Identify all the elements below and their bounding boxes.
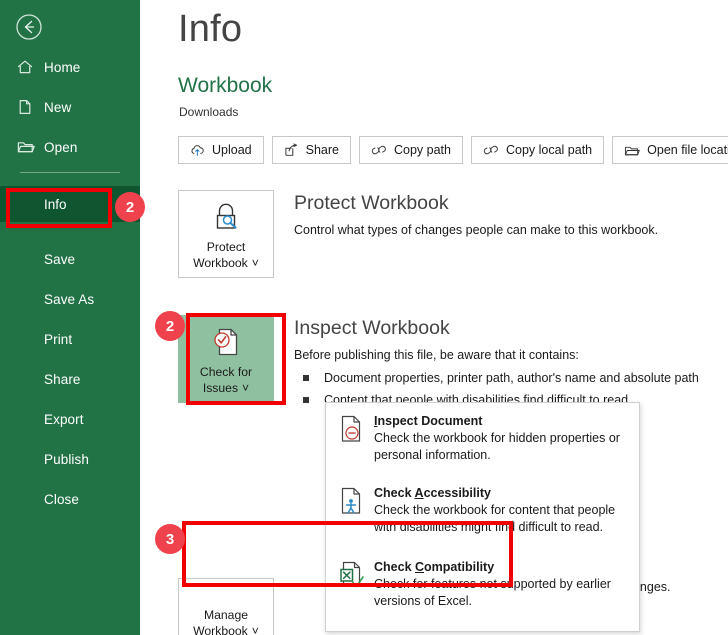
chevron-down-icon: ˅ (251, 256, 259, 270)
document-check-icon (207, 322, 245, 360)
accessibility-icon (338, 484, 374, 536)
file-location-label: Downloads (179, 105, 239, 119)
button-label: Copy local path (505, 143, 593, 157)
menu-item-description: Check for features not supported by earl… (374, 577, 611, 608)
excel-compatibility-icon (338, 558, 374, 610)
menu-item-title: Check Accessibility (374, 486, 491, 500)
sidebar-divider (20, 172, 120, 173)
sidebar-item-home[interactable]: Home (0, 51, 140, 83)
cloud-upload-icon (190, 143, 205, 157)
home-icon (16, 58, 44, 76)
bullet-item: Document properties, printer path, autho… (294, 367, 699, 389)
check-for-issues-dropdown-menu: Inspect Document Check the workbook for … (325, 402, 640, 632)
sidebar-item-label: Save (44, 251, 76, 267)
sidebar-item-label: Open (44, 139, 78, 155)
chevron-down-icon: ˅ (251, 624, 259, 635)
sidebar-item-label: Info (44, 196, 67, 212)
manage-workbook-section: Manage Workbook ˅ (178, 578, 274, 635)
link-icon (371, 144, 387, 156)
inspect-workbook-section: Check for Issues ˅ Inspect Workbook Befor… (178, 315, 699, 411)
sidebar-item-new[interactable]: New (0, 91, 140, 123)
folder-icon (624, 144, 640, 157)
inspect-document-icon (338, 412, 374, 464)
sidebar-item-save-as[interactable]: Save As (0, 283, 140, 315)
open-file-location-button[interactable]: Open file location (612, 136, 728, 164)
button-label-line2: Issues ˅ (202, 381, 250, 395)
sidebar-item-publish[interactable]: Publish (0, 443, 140, 475)
step-badge-2-check-issues: 2 (155, 311, 185, 341)
button-label: Share (305, 143, 339, 157)
protect-workbook-section: Protect Workbook ˅ Protect Workbook Contr… (178, 190, 658, 278)
inspect-workbook-description: Before publishing this file, be aware th… (294, 348, 579, 362)
open-folder-icon (16, 138, 44, 156)
check-for-issues-button[interactable]: Check for Issues ˅ (178, 315, 274, 403)
step-badge-3-compatibility: 3 (155, 524, 185, 554)
button-label: Copy path (393, 143, 451, 157)
share-button[interactable]: Share (271, 136, 351, 164)
sidebar-item-label: Print (44, 331, 73, 347)
link-icon (483, 144, 499, 156)
lock-magnifier-icon (207, 197, 245, 235)
sidebar-item-share[interactable]: Share (0, 363, 140, 395)
sidebar-item-open[interactable]: Open (0, 131, 140, 163)
menu-item-check-accessibility[interactable]: Check Accessibility Check the workbook f… (326, 472, 639, 544)
button-label: Open file location (647, 143, 728, 157)
sidebar-item-print[interactable]: Print (0, 323, 140, 355)
sidebar-item-export[interactable]: Export (0, 403, 140, 435)
copy-local-path-button[interactable]: Copy local path (470, 136, 605, 164)
button-label: Upload (212, 143, 252, 157)
protect-workbook-button[interactable]: Protect Workbook ˅ (178, 190, 274, 278)
section-title: Workbook (178, 74, 273, 97)
button-label-line2: Workbook ˅ (193, 623, 259, 635)
file-actions-toolbar: Upload Share Copy path Copy local path O… (178, 136, 728, 164)
protect-workbook-description: Control what types of changes people can… (294, 223, 659, 237)
menu-item-description: Check the workbook for content that peop… (374, 503, 616, 534)
sidebar-item-label: Close (44, 491, 80, 507)
sidebar-item-close[interactable]: Close (0, 483, 140, 515)
share-icon (284, 143, 299, 157)
main-content: Info Workbook Downloads Upload Share Cop… (140, 0, 728, 635)
button-label-line2: Workbook ˅ (193, 256, 259, 270)
protect-workbook-heading: Protect Workbook (294, 192, 449, 214)
step-badge-2-info: 2 (115, 192, 145, 222)
menu-item-inspect-document[interactable]: Inspect Document Check the workbook for … (326, 403, 639, 472)
sidebar-item-label: Share (44, 371, 81, 387)
back-arrow-icon[interactable] (14, 12, 44, 42)
button-label-line1: Check for (199, 365, 253, 379)
sidebar-item-label: Save As (44, 291, 95, 307)
inspect-workbook-heading: Inspect Workbook (294, 317, 450, 339)
menu-item-description: Check the workbook for hidden properties… (374, 431, 620, 462)
sidebar-item-save[interactable]: Save (0, 243, 140, 275)
sidebar-item-label: Publish (44, 451, 89, 467)
menu-item-title: Check Compatibility (374, 560, 495, 574)
chevron-down-icon: ˅ (242, 381, 250, 395)
sidebar-item-label: New (44, 99, 72, 115)
menu-item-title: Inspect Document (374, 414, 483, 428)
backstage-sidebar: Home New Open Info Save Save As Print Sh… (0, 0, 140, 635)
excel-backstage-info-screen: Home New Open Info Save Save As Print Sh… (0, 0, 728, 635)
button-label-line1: Manage (203, 608, 249, 622)
manage-workbook-button[interactable]: Manage Workbook ˅ (178, 578, 274, 635)
sidebar-item-label: Home (44, 59, 81, 75)
menu-item-check-compatibility[interactable]: Check Compatibility Check for features n… (326, 544, 639, 618)
upload-button[interactable]: Upload (178, 136, 264, 164)
button-label-line1: Protect (206, 240, 246, 254)
sidebar-item-label: Export (44, 411, 84, 427)
page-title: Info (178, 8, 243, 50)
new-document-icon (16, 98, 44, 116)
copy-path-button[interactable]: Copy path (358, 136, 463, 164)
